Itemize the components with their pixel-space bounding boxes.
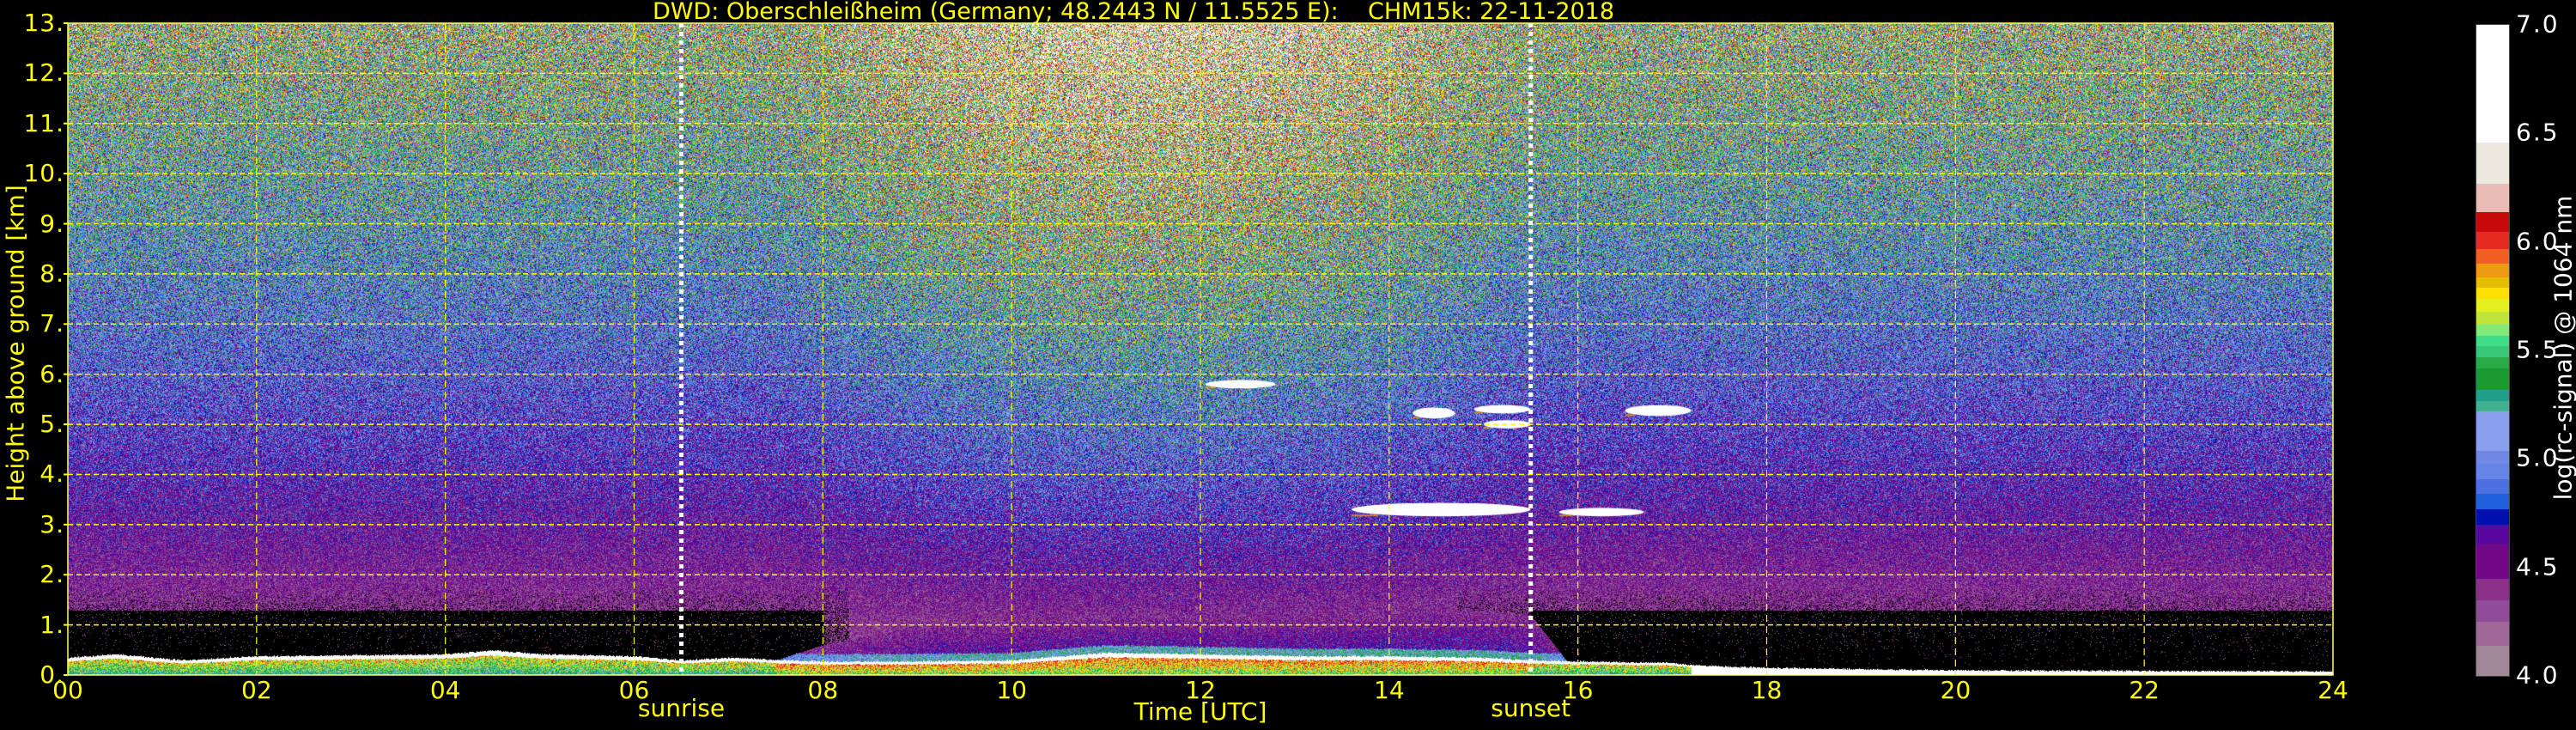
x-tick-label: 02 (241, 676, 272, 704)
colorbar-band (2476, 142, 2509, 184)
colorbar-band (2476, 263, 2509, 277)
y-tick-label: 3. (39, 509, 64, 538)
y-tick-label: 6. (39, 359, 64, 388)
y-tick-label: 7. (39, 309, 64, 338)
x-tick-label: 14 (1374, 676, 1405, 704)
y-tick-label: 9. (39, 209, 64, 238)
x-tick-label: 22 (2129, 676, 2160, 704)
y-tick-label: 12. (23, 58, 64, 88)
sunset-label: sunset (1491, 694, 1571, 722)
y-axis-label: Height above ground [km] (1, 185, 30, 502)
grid-overlay (64, 22, 2334, 676)
colorbar (2476, 24, 2510, 677)
y-tick-label: 4. (39, 459, 64, 489)
colorbar-band (2476, 311, 2509, 325)
colorbar-tick-label: 4.0 (2516, 660, 2560, 690)
y-tick-label: 13. (23, 8, 64, 37)
colorbar-band (2476, 578, 2509, 601)
colorbar-band (2476, 231, 2509, 249)
colorbar-band (2476, 324, 2509, 336)
colorbar-band (2476, 25, 2509, 143)
colorbar-tick-label: 4.5 (2516, 552, 2560, 581)
x-tick-label: 24 (2318, 676, 2348, 704)
colorbar-band (2476, 524, 2509, 544)
sunrise-label: sunrise (637, 694, 726, 722)
colorbar-band (2476, 356, 2509, 368)
plot-area (64, 22, 2334, 676)
colorbar-band (2476, 287, 2509, 299)
x-tick-label: 04 (429, 676, 461, 704)
x-tick-label: 08 (807, 676, 839, 704)
colorbar-band (2476, 450, 2509, 464)
colorbar-band (2476, 645, 2509, 677)
colorbar-band (2476, 183, 2509, 212)
colorbar-band (2476, 493, 2509, 509)
y-tick-label: 5. (39, 409, 64, 438)
colorbar-band (2476, 368, 2509, 390)
y-tick-label: 11. (23, 108, 64, 137)
colorbar-band (2476, 248, 2509, 265)
colorbar-band (2476, 389, 2509, 401)
colorbar-band (2476, 463, 2509, 479)
colorbar-band (2476, 411, 2509, 451)
colorbar-band (2476, 478, 2509, 495)
x-tick-label: 20 (1940, 676, 1971, 704)
x-tick-label: 00 (52, 676, 83, 704)
colorbar-band (2476, 599, 2509, 623)
colorbar-tick-label: 7.0 (2516, 9, 2560, 39)
colorbar-band (2476, 335, 2509, 347)
x-tick-label: 10 (996, 676, 1027, 704)
y-tick-label: 2. (39, 560, 64, 589)
y-tick-label: 8. (39, 259, 64, 288)
y-tick-label: 10. (23, 158, 64, 187)
y-tick-label: 1. (39, 610, 64, 639)
chart-title: DWD: Oberschleißheim (Germany; 48.2443 N… (652, 0, 1615, 25)
colorbar-band (2476, 508, 2509, 525)
colorbar-band (2476, 400, 2509, 412)
colorbar-label: log(rc-signal) @ 1064 nm (2549, 195, 2576, 501)
colorbar-band (2476, 543, 2509, 579)
x-tick-label: 18 (1751, 676, 1783, 704)
colorbar-band (2476, 621, 2509, 647)
colorbar-band (2476, 211, 2509, 232)
colorbar-band (2476, 345, 2509, 358)
colorbar-band (2476, 277, 2509, 289)
colorbar-band (2476, 298, 2509, 313)
x-axis-label: Time [UTC] (1133, 697, 1267, 726)
colorbar-tick-label: 6.5 (2516, 118, 2560, 147)
